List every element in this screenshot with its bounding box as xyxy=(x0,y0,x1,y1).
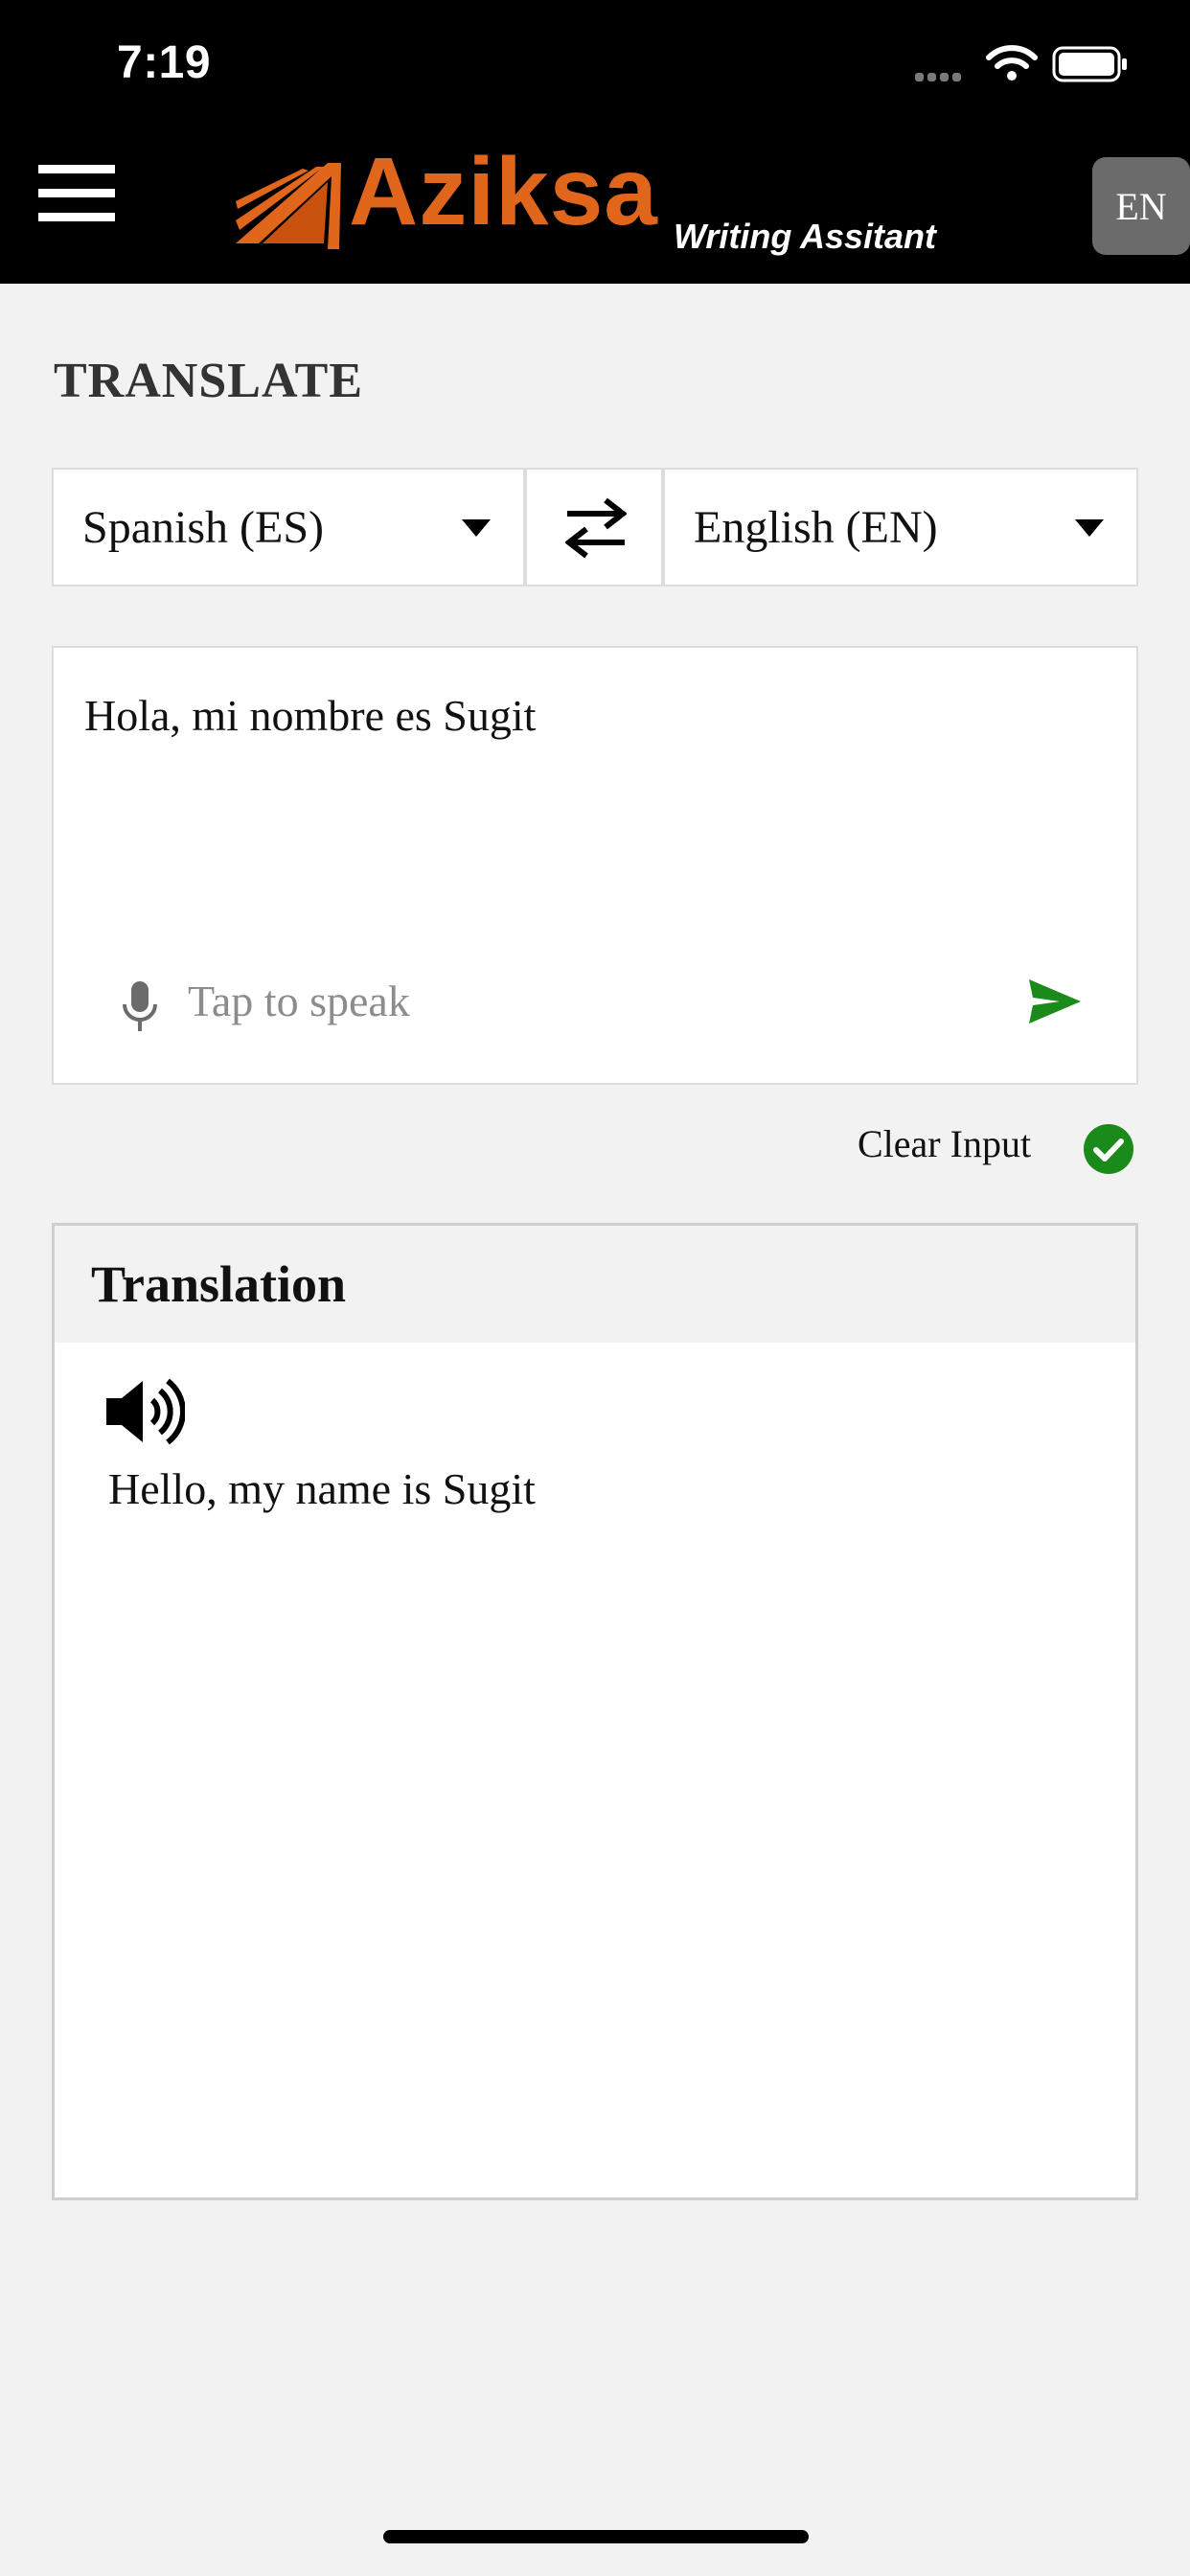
top-bar: 7:19 Aziksa Writing Assitant EN xyxy=(0,0,1190,284)
translation-title: Translation xyxy=(91,1255,347,1313)
brand-logo-text: Aziksa xyxy=(349,138,658,245)
page-title: TRANSLATE xyxy=(54,354,364,408)
chevron-down-icon xyxy=(462,519,491,537)
language-button[interactable]: EN xyxy=(1092,157,1190,255)
battery-icon xyxy=(1052,46,1127,82)
home-indicator[interactable] xyxy=(383,2530,809,2543)
translation-result-text: Hello, my name is Sugit xyxy=(108,1464,536,1513)
target-language-label: English (EN) xyxy=(694,501,938,553)
tap-to-speak-placeholder[interactable]: Tap to speak xyxy=(188,976,410,1026)
menu-icon[interactable] xyxy=(38,165,117,242)
aziksa-logo-icon xyxy=(236,163,341,249)
source-language-select[interactable]: Spanish (ES) xyxy=(52,468,525,586)
speaker-icon[interactable] xyxy=(104,1377,185,1446)
swap-icon xyxy=(565,497,627,559)
translation-header: Translation xyxy=(55,1226,1135,1343)
status-time: 7:19 xyxy=(117,37,212,88)
check-circle-icon[interactable] xyxy=(1083,1123,1134,1175)
chevron-down-icon xyxy=(1075,519,1104,537)
source-language-label: Spanish (ES) xyxy=(82,501,324,553)
wifi-icon xyxy=(986,45,1038,80)
cellular-signal-icon xyxy=(915,69,969,81)
microphone-icon[interactable] xyxy=(117,978,163,1035)
target-language-select[interactable]: English (EN) xyxy=(663,468,1138,586)
swap-languages-button[interactable] xyxy=(525,468,663,586)
source-text-value: Hola, mi nombre es Sugit xyxy=(84,691,537,740)
send-icon[interactable] xyxy=(1027,978,1083,1025)
clear-input-label[interactable]: Clear Input xyxy=(858,1121,1031,1166)
source-text-area[interactable]: Hola, mi nombre es Sugit Tap to speak xyxy=(52,646,1138,1085)
translation-panel: Translation Hello, my name is Sugit xyxy=(52,1223,1138,2200)
brand-tagline: Writing Assitant xyxy=(674,217,937,256)
